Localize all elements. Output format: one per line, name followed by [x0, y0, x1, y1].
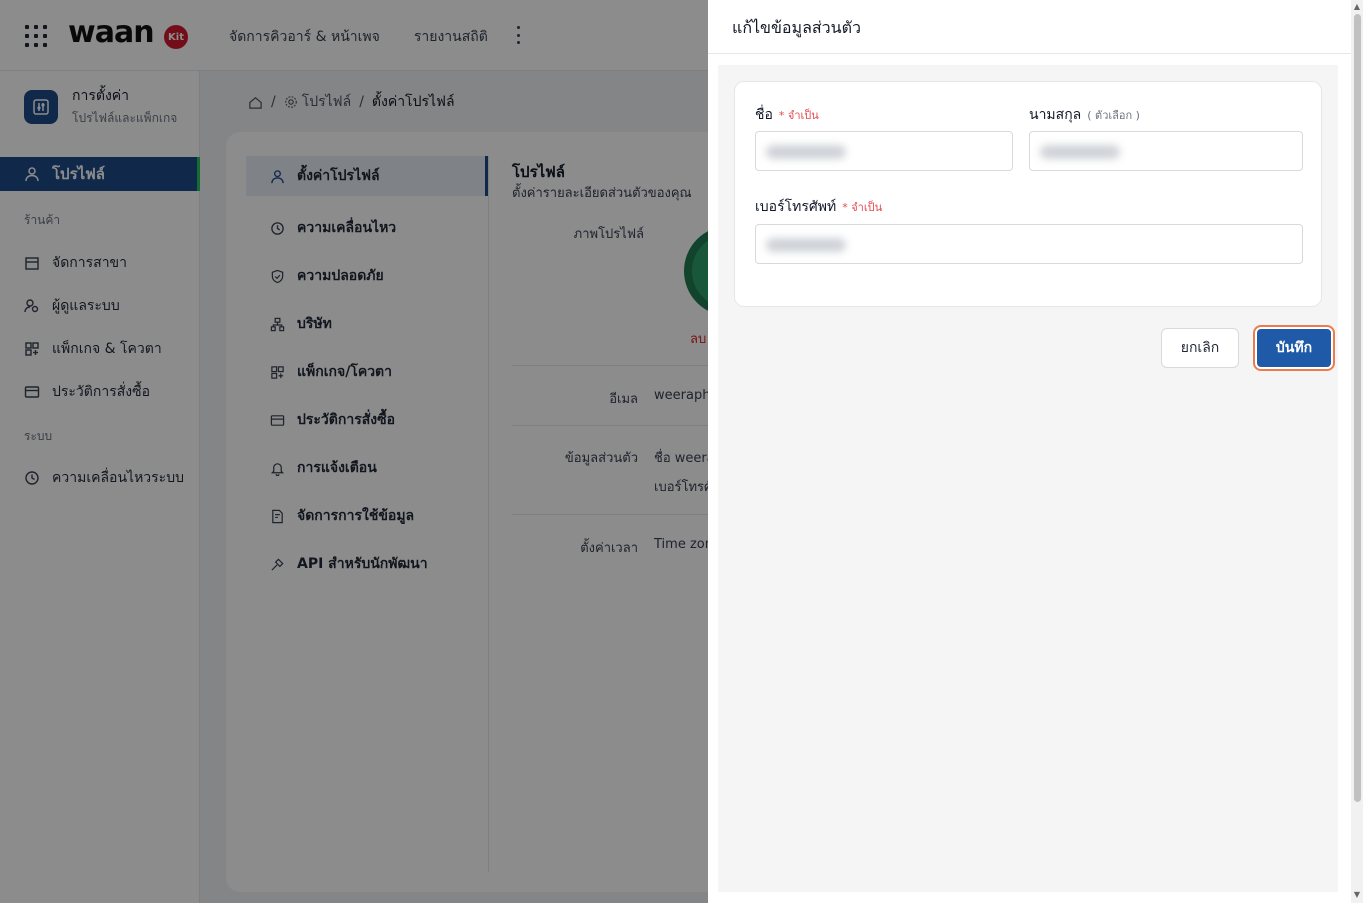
scrollbar[interactable]: ▲ ▼ — [1351, 0, 1363, 903]
drawer-body: ชื่อ * จำเป็น นามสกุล ( ตัวเลือก ) เบอร์… — [718, 65, 1338, 892]
first-name-field[interactable] — [755, 131, 1013, 171]
scroll-thumb[interactable] — [1354, 14, 1361, 802]
phone-label-text: เบอร์โทรศัพท์ — [755, 199, 837, 215]
modal-overlay[interactable] — [0, 0, 708, 903]
first-name-label: ชื่อ * จำเป็น — [755, 104, 819, 126]
drawer-title: แก้ไขข้อมูลส่วนตัว — [732, 18, 861, 37]
optional-marker: ( ตัวเลือก ) — [1087, 109, 1140, 122]
required-marker: * จำเป็น — [842, 201, 883, 214]
edit-profile-drawer: แก้ไขข้อมูลส่วนตัว ชื่อ * จำเป็น นามสกุล… — [708, 0, 1363, 903]
cancel-button[interactable]: ยกเลิก — [1161, 328, 1239, 368]
redacted-value — [1040, 145, 1120, 159]
required-marker: * จำเป็น — [778, 109, 819, 122]
last-name-label: นามสกุล ( ตัวเลือก ) — [1029, 104, 1140, 126]
first-name-label-text: ชื่อ — [755, 107, 773, 123]
last-name-field[interactable] — [1029, 131, 1303, 171]
scroll-down-icon[interactable]: ▼ — [1353, 891, 1361, 899]
last-name-label-text: นามสกุล — [1029, 107, 1082, 123]
redacted-value — [766, 145, 846, 159]
phone-label: เบอร์โทรศัพท์ * จำเป็น — [755, 196, 882, 218]
drawer-header: แก้ไขข้อมูลส่วนตัว — [708, 0, 1351, 54]
scroll-up-icon[interactable]: ▲ — [1353, 3, 1361, 11]
save-button[interactable]: บันทึก — [1255, 327, 1333, 369]
phone-field[interactable] — [755, 224, 1303, 264]
redacted-value — [766, 238, 846, 252]
profile-form: ชื่อ * จำเป็น นามสกุล ( ตัวเลือก ) เบอร์… — [734, 81, 1322, 307]
